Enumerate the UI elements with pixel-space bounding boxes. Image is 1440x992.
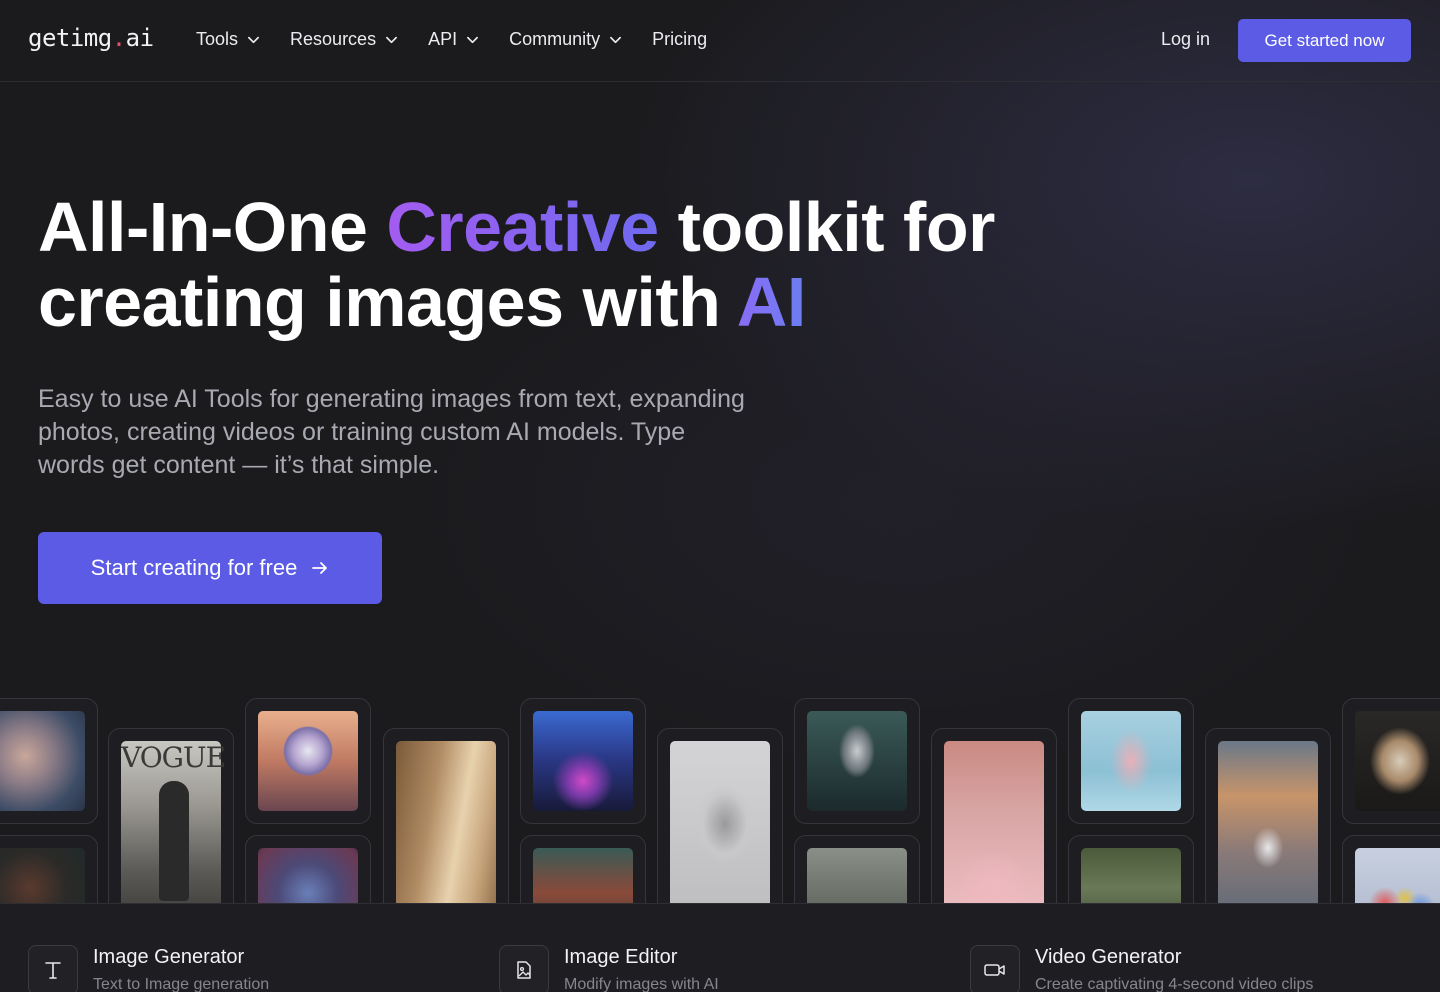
headline-text: creating images with (38, 263, 737, 341)
main-menu: Tools Resources API Community Pricing (196, 29, 737, 50)
nav-item-label: API (428, 29, 458, 49)
logo[interactable]: getimg.ai (28, 24, 154, 52)
gallery-image (0, 711, 85, 811)
logo-dot: . (111, 24, 126, 52)
arrow-right-icon (312, 562, 328, 574)
feature-title: Video Generator (1035, 946, 1182, 968)
gallery-image (533, 711, 633, 811)
start-creating-label: Start creating for free (90, 555, 298, 580)
feature-image-editor[interactable]: Image Editor Modify images with AI (499, 945, 719, 992)
nav-item-api[interactable]: API (428, 29, 479, 50)
image-gallery: VOGUE (0, 690, 1440, 903)
gallery-image (944, 741, 1044, 903)
chevron-down-icon (610, 36, 622, 44)
gallery-tile-portrait-woman-face[interactable] (0, 698, 98, 824)
feature-description: Create captivating 4-second video clips (1035, 976, 1314, 992)
nav-item-community[interactable]: Community (509, 29, 622, 50)
chevron-down-icon (248, 36, 260, 44)
statue-shape (159, 781, 189, 901)
feature-image-generator[interactable]: Image Generator Text to Image generation (28, 945, 269, 992)
feature-description: Modify images with AI (564, 976, 719, 992)
gallery-image (1218, 741, 1318, 903)
gallery-tile-blue-hair-figure[interactable] (245, 835, 371, 903)
gallery-tile-marble-bust[interactable] (1342, 698, 1440, 824)
nav-item-label: Resources (290, 29, 377, 49)
headline-text: All-In-One (38, 188, 387, 266)
logo-text-suffix: ai (125, 24, 154, 52)
gallery-tile-dark-portrait[interactable] (0, 835, 98, 903)
gallery-image: VOGUE (121, 741, 226, 903)
hero-headline: All-In-One Creative toolkit for creating… (38, 190, 1038, 340)
nav-item-resources[interactable]: Resources (290, 29, 398, 50)
gallery-tile-greenhouse-interior[interactable] (1068, 835, 1194, 903)
hero-subtitle: Easy to use AI Tools for generating imag… (38, 385, 745, 479)
gallery-image (533, 848, 633, 903)
top-navigation: getimg.ai Tools Resources API Community … (0, 0, 1440, 82)
gallery-tile-vogue-cover-statue[interactable]: VOGUE (108, 728, 234, 903)
logo-text-main: getimg (28, 24, 112, 52)
gallery-tile-wire-sketch-head[interactable] (657, 728, 783, 903)
video-camera-icon (970, 945, 1020, 992)
gallery-image (1081, 848, 1181, 903)
feature-title: Image Editor (564, 946, 678, 968)
nav-item-label: Pricing (652, 29, 708, 49)
gallery-tile-neon-robot-city[interactable] (520, 698, 646, 824)
gallery-image (396, 741, 496, 903)
feature-description: Text to Image generation (93, 976, 270, 992)
gallery-image (807, 711, 907, 811)
gallery-tile-pink-bedroom-teddy[interactable] (931, 728, 1057, 903)
gallery-tile-face-closeup[interactable] (520, 835, 646, 903)
gallery-image (1355, 711, 1440, 811)
nav-item-pricing[interactable]: Pricing (652, 29, 707, 50)
headline-text: toolkit for (658, 188, 996, 266)
chevron-down-icon (467, 36, 479, 44)
gallery-image (670, 741, 770, 903)
gallery-tile-misty-figure[interactable] (794, 835, 920, 903)
get-started-button[interactable]: Get started now (1238, 19, 1411, 62)
nav-item-label: Community (509, 29, 601, 49)
start-creating-button[interactable]: Start creating for free (38, 532, 382, 604)
headline-highlight-creative: Creative (386, 188, 659, 266)
nav-item-label: Tools (196, 29, 239, 49)
gallery-tile-glass-dancer[interactable] (1068, 698, 1194, 824)
chevron-down-icon (386, 36, 398, 44)
nav-item-tools[interactable]: Tools (196, 29, 260, 50)
feature-title: Image Generator (93, 946, 245, 968)
text-t-icon (28, 945, 78, 992)
feature-video-generator[interactable]: Video Generator Create captivating 4-sec… (970, 945, 1313, 992)
gallery-image (258, 711, 358, 811)
gallery-image (258, 848, 358, 903)
gallery-tile-balloons[interactable] (1342, 835, 1440, 903)
vogue-title: VOGUE (121, 741, 226, 774)
gallery-image (1355, 848, 1440, 903)
gallery-image (0, 848, 85, 903)
gallery-image (1081, 711, 1181, 811)
login-link[interactable]: Log in (1161, 29, 1210, 50)
gallery-tile-alien-bust[interactable] (794, 698, 920, 824)
gallery-tile-minimal-room-light[interactable] (383, 728, 509, 903)
headline-highlight-ai: AI (736, 263, 807, 341)
image-edit-icon (499, 945, 549, 992)
gallery-tile-chrome-sphere-landscape[interactable] (245, 698, 371, 824)
gallery-tile-astronaut-doorway[interactable] (1205, 728, 1331, 903)
gallery-image (807, 848, 907, 903)
